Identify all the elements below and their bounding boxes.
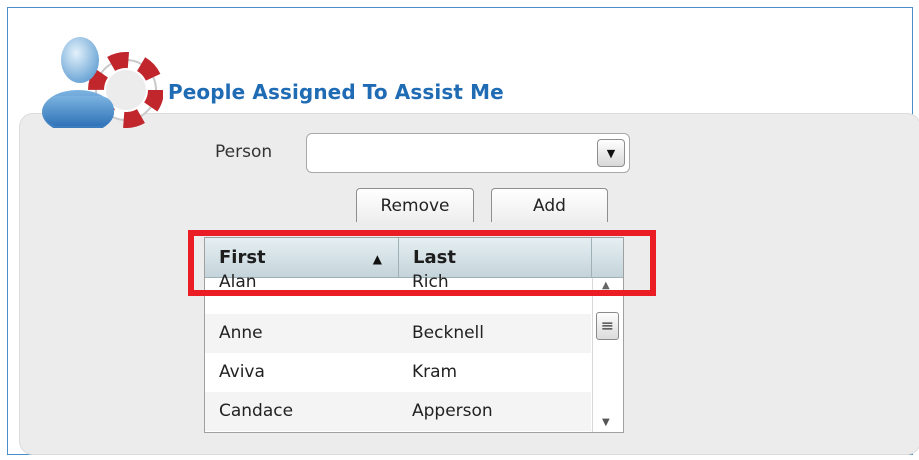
people-grid: First ▲ Last Alan Rich Anne Becknell Avi… xyxy=(204,237,624,433)
grid-rows: Alan Rich Anne Becknell Aviva Kram Canda… xyxy=(205,272,591,431)
grip-icon: ≡ xyxy=(600,316,615,335)
add-button[interactable]: Add xyxy=(491,188,608,222)
dropdown-glyph: ▼ xyxy=(606,146,616,160)
cell-last-name: Kram xyxy=(412,362,458,382)
scrollbar-thumb[interactable]: ≡ xyxy=(596,312,619,340)
cell-last-name: Apperson xyxy=(412,401,493,421)
column-header-last-label: Last xyxy=(413,247,456,268)
table-row[interactable]: Candace Apperson xyxy=(205,392,591,431)
table-row[interactable]: Anne Becknell xyxy=(205,314,591,353)
cell-first-name: Aviva xyxy=(219,362,265,382)
cell-last-name: Becknell xyxy=(412,323,484,343)
cell-first-name: Alan xyxy=(219,272,257,292)
person-label: Person xyxy=(215,142,273,162)
person-lifebuoy-icon xyxy=(42,37,163,128)
page-title: People Assigned To Assist Me xyxy=(168,80,504,104)
cell-last-name: Rich xyxy=(412,272,449,292)
column-header-first-label: First xyxy=(219,247,266,268)
scroll-down-icon[interactable]: ▼ xyxy=(602,417,610,428)
table-row[interactable]: Alan Rich xyxy=(205,272,591,314)
person-combobox[interactable]: ▼ xyxy=(306,133,630,173)
cell-first-name: Anne xyxy=(219,323,263,343)
cell-first-name: Candace xyxy=(219,401,294,421)
chevron-down-icon[interactable]: ▼ xyxy=(597,139,625,167)
vertical-scrollbar[interactable]: ▲ ≡ ▼ xyxy=(592,278,623,432)
scroll-up-icon[interactable]: ▲ xyxy=(602,280,610,291)
remove-button[interactable]: Remove xyxy=(356,188,474,222)
table-row[interactable]: Aviva Kram xyxy=(205,353,591,392)
sort-ascending-icon: ▲ xyxy=(372,252,382,266)
